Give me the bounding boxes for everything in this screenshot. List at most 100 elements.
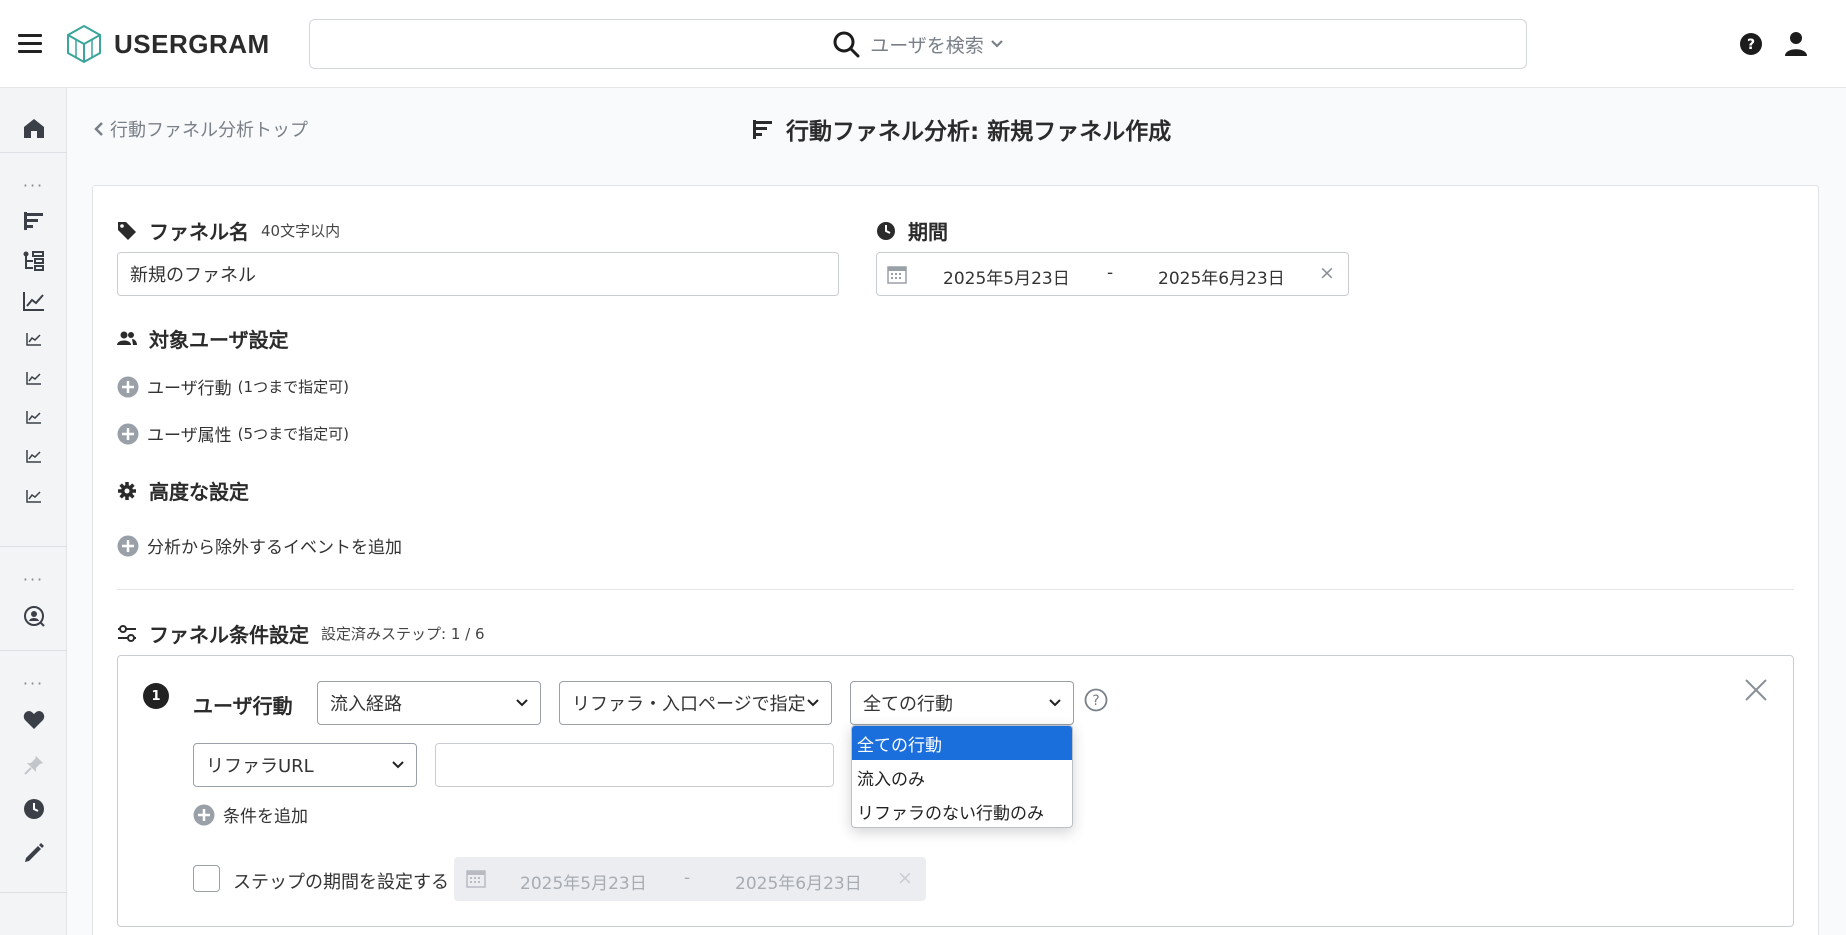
sidebar-item-line-chart[interactable]	[0, 283, 67, 319]
funnel-name-hint: 40文字以内	[261, 222, 341, 240]
referrer-url-select[interactable]: リファラURL	[193, 743, 417, 787]
page-title-text: 行動ファネル分析: 新規ファネル作成	[786, 119, 1172, 145]
dropdown-option-inflow-only[interactable]: 流入のみ	[852, 760, 1072, 794]
app-logo[interactable]: USERGRAM	[66, 24, 270, 64]
add-user-attribute-button[interactable]: ユーザ属性 (5つまで指定可)	[117, 421, 349, 446]
small-line-chart-icon	[25, 372, 41, 385]
chevron-down-icon	[392, 761, 404, 769]
sliders-icon	[118, 624, 136, 642]
user-search-icon	[23, 606, 45, 627]
step-number-badge: 1	[143, 683, 169, 709]
gear-icon	[118, 481, 136, 500]
small-line-chart-icon	[25, 333, 41, 346]
sidebar-item-home[interactable]	[0, 108, 67, 148]
top-header: USERGRAM ユーザを検索 ?	[0, 0, 1846, 88]
target-users-label: 対象ユーザ設定	[117, 324, 289, 353]
chevron-left-icon	[94, 122, 103, 136]
funnel-chart-icon	[753, 120, 772, 139]
calendar-icon	[466, 870, 486, 888]
add-user-action-button[interactable]: ユーザ行動 (1つまで指定可)	[117, 374, 349, 399]
sidebar-item-chart-4[interactable]	[0, 440, 67, 472]
breadcrumb-label: 行動ファネル分析トップ	[110, 120, 308, 141]
tag-icon	[118, 221, 136, 240]
users-icon	[117, 331, 137, 345]
step-period-checkbox[interactable]	[193, 865, 220, 892]
remove-step-icon[interactable]	[1744, 678, 1768, 706]
action-select-dropdown: 全ての行動 流入のみ リファラのない行動のみ	[851, 725, 1073, 828]
funnel-name-label: ファネル名 40文字以内	[117, 216, 340, 245]
period-clear-button[interactable]: ×	[1319, 262, 1335, 284]
sidebar-more-dots[interactable]: ···	[0, 570, 67, 589]
sidebar-item-history[interactable]	[0, 791, 67, 827]
line-chart-icon	[22, 292, 44, 311]
search-icon	[833, 31, 860, 58]
step-period-separator: -	[684, 868, 691, 888]
funnel-conditions-label: ファネル条件設定 設定済みステップ: 1 / 6	[117, 619, 485, 648]
referrer-url-input[interactable]	[435, 743, 834, 787]
step-period-date-range: 2025年5月23日 - 2025年6月23日 ×	[454, 857, 926, 901]
plus-circle-icon	[117, 376, 139, 397]
step-type-label: ユーザ行動	[193, 694, 293, 718]
small-line-chart-icon	[25, 490, 41, 503]
configured-steps-count: 設定済みステップ: 1 / 6	[321, 625, 485, 643]
calendar-icon	[887, 266, 907, 284]
sidebar-more-dots[interactable]: ···	[0, 674, 67, 693]
section-divider	[117, 589, 1794, 590]
svg-text:?: ?	[1092, 693, 1099, 709]
dropdown-option-no-referrer[interactable]: リファラのない行動のみ	[852, 794, 1072, 827]
sidebar-item-funnel[interactable]	[0, 203, 67, 239]
sidebar-item-favorites[interactable]	[0, 702, 67, 738]
step-action-select[interactable]: 全ての行動	[850, 681, 1074, 725]
user-search-input[interactable]: ユーザを検索	[309, 19, 1527, 69]
step-type-select[interactable]: 流入経路	[317, 681, 541, 725]
chevron-down-icon	[991, 40, 1003, 48]
small-line-chart-icon	[25, 450, 41, 463]
step-period-start: 2025年5月23日	[520, 874, 647, 894]
step-period-clear: ×	[897, 867, 913, 889]
sidebar-more-dots[interactable]: ···	[0, 176, 67, 195]
plus-circle-icon	[193, 804, 215, 825]
back-to-funnel-top-link[interactable]: 行動ファネル分析トップ	[94, 116, 308, 142]
period-end-date[interactable]: 2025年6月23日	[1158, 264, 1285, 289]
chevron-down-icon	[807, 699, 819, 707]
plus-circle-icon	[117, 423, 139, 444]
sidebar-item-chart-1[interactable]	[0, 323, 67, 355]
app-name: USERGRAM	[114, 28, 270, 59]
small-line-chart-icon	[25, 411, 41, 424]
clock-icon	[23, 799, 44, 819]
sidebar-item-edit[interactable]	[0, 835, 67, 871]
sidebar-item-pinned[interactable]	[0, 747, 67, 783]
usergram-logo-icon	[67, 24, 101, 64]
add-exclude-event-button[interactable]: 分析から除外するイベントを追加	[117, 533, 402, 558]
funnel-name-input[interactable]: 新規のファネル	[117, 252, 839, 296]
user-account-icon[interactable]	[1783, 30, 1809, 62]
plus-circle-icon	[117, 535, 139, 556]
chevron-down-icon	[1049, 699, 1061, 707]
period-start-date[interactable]: 2025年5月23日	[943, 264, 1070, 289]
page-title: 行動ファネル分析: 新規ファネル作成	[752, 112, 1171, 146]
clock-icon	[877, 221, 895, 240]
dropdown-option-all-actions[interactable]: 全ての行動	[852, 726, 1072, 760]
menu-icon[interactable]	[18, 34, 42, 54]
svg-text:?: ?	[1747, 37, 1755, 53]
step-period-checkbox-label[interactable]: ステップの期間を設定する	[233, 868, 449, 894]
sidebar-item-user-search[interactable]	[0, 598, 67, 634]
period-separator: -	[1107, 263, 1114, 283]
path-tree-icon	[23, 251, 44, 271]
help-question-icon[interactable]: ?	[1084, 688, 1108, 716]
add-condition-button[interactable]: 条件を追加	[193, 802, 308, 827]
sidebar-item-path[interactable]	[0, 243, 67, 279]
sidebar-item-chart-5[interactable]	[0, 480, 67, 512]
sidebar-item-chart-2[interactable]	[0, 362, 67, 394]
chevron-down-icon	[516, 699, 528, 707]
step-method-select[interactable]: リファラ・入口ページで指定	[559, 681, 832, 725]
period-label: 期間	[876, 216, 948, 245]
funnel-chart-icon	[23, 212, 43, 230]
pencil-icon	[24, 843, 44, 862]
home-icon	[23, 119, 44, 138]
pin-icon	[23, 756, 43, 775]
period-date-range[interactable]: 2025年5月23日 - 2025年6月23日 ×	[876, 252, 1349, 296]
sidebar: ··· ··· ···	[0, 88, 67, 935]
help-icon[interactable]: ?	[1739, 32, 1763, 60]
sidebar-item-chart-3[interactable]	[0, 401, 67, 433]
